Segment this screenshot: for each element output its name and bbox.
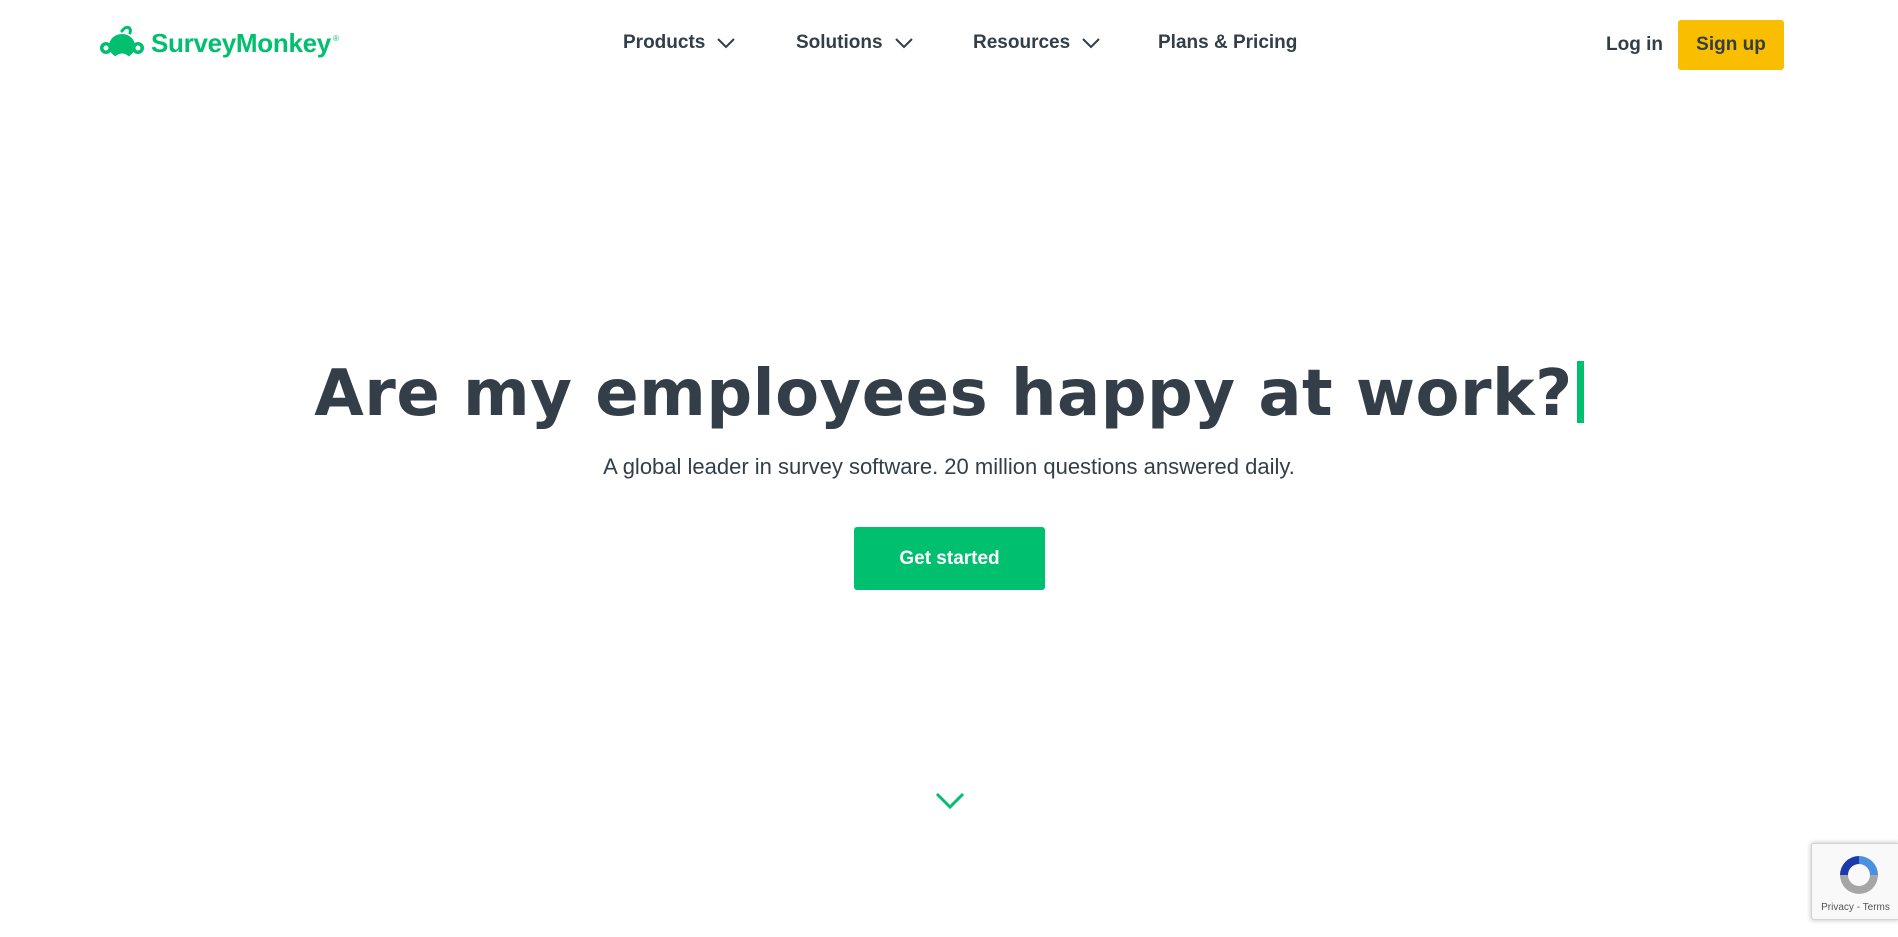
- page: SurveyMonkey ® Products Solutions Resour…: [0, 0, 1898, 937]
- nav-item-label: Products: [623, 32, 706, 53]
- login-link[interactable]: Log in: [1606, 28, 1663, 62]
- nav-item-products[interactable]: Products: [623, 27, 736, 59]
- typing-caret: [1576, 361, 1584, 423]
- site-header: SurveyMonkey ® Products Solutions Resour…: [0, 0, 1898, 90]
- chevron-down-icon: [935, 792, 965, 810]
- recaptcha-separator: -: [1853, 902, 1863, 913]
- recaptcha-terms-link[interactable]: Terms: [1863, 902, 1890, 913]
- chevron-down-icon: [1082, 38, 1100, 49]
- nav-item-resources[interactable]: Resources: [973, 27, 1100, 59]
- nav-item-label: Plans & Pricing: [1158, 32, 1298, 53]
- hero-title: Are my employees happy at work?: [0, 352, 1898, 436]
- recaptcha-badge: Privacy - Terms: [1811, 843, 1898, 920]
- hero-subtitle: A global leader in survey software. 20 m…: [603, 454, 1295, 479]
- hero-title-text: Are my employees happy at work?: [314, 357, 1573, 431]
- scroll-down-button[interactable]: [935, 791, 965, 811]
- chevron-down-icon: [894, 38, 913, 49]
- nav-item-label: Solutions: [796, 32, 883, 53]
- get-started-button[interactable]: Get started: [854, 527, 1045, 590]
- nav-item-label: Resources: [973, 32, 1071, 53]
- nav-item-plans-pricing[interactable]: Plans & Pricing: [1158, 27, 1297, 59]
- signup-button[interactable]: Sign up: [1678, 20, 1784, 70]
- recaptcha-links: Privacy - Terms: [1812, 902, 1898, 913]
- nav-item-solutions[interactable]: Solutions: [796, 27, 913, 59]
- chevron-down-icon: [717, 38, 736, 49]
- recaptcha-privacy-link[interactable]: Privacy: [1821, 902, 1854, 913]
- recaptcha-icon: [1840, 856, 1878, 894]
